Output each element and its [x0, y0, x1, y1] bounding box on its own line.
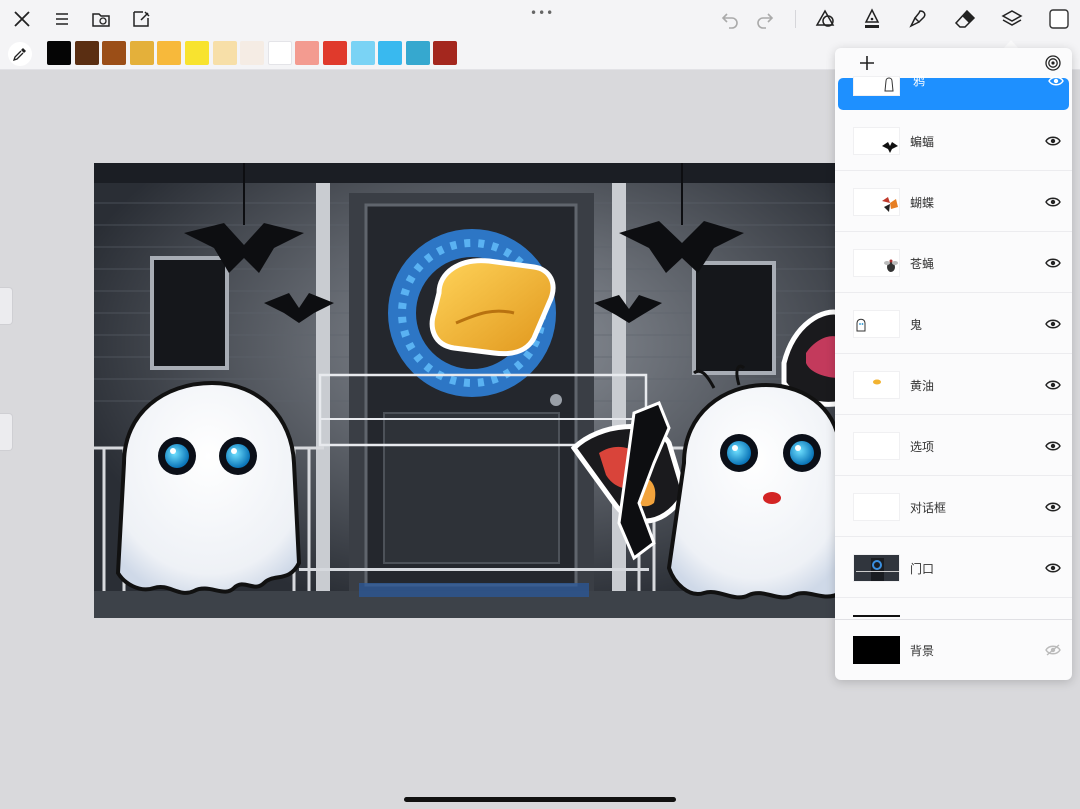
- eye-off-icon[interactable]: [1045, 643, 1061, 657]
- layer-thumbnail: [853, 554, 900, 582]
- eye-icon[interactable]: [1045, 134, 1061, 148]
- menu-icon[interactable]: [49, 6, 75, 32]
- layer-name: 门口: [910, 562, 935, 576]
- color-swatch[interactable]: [405, 41, 430, 65]
- color-swatch[interactable]: [322, 41, 347, 65]
- layers-panel: 鸦 蝙蝠 蝴蝶 苍蝇 鬼 黄油 选项 对话框 门口 背景: [835, 48, 1072, 680]
- layer-row-dialog[interactable]: 对话框: [835, 477, 1072, 537]
- layer-thumbnail: [853, 127, 900, 155]
- layer-row-crow[interactable]: 鸦: [838, 74, 1069, 110]
- eye-icon[interactable]: [1048, 74, 1064, 88]
- home-indicator[interactable]: [404, 797, 676, 802]
- window-handle[interactable]: •••: [530, 6, 554, 20]
- layer-thumbnail: [853, 76, 900, 96]
- layer-row-background[interactable]: 背景: [835, 619, 1072, 679]
- color-swatch[interactable]: [267, 41, 292, 65]
- redo-icon[interactable]: [752, 6, 778, 32]
- pen-tool-icon[interactable]: [859, 6, 885, 32]
- color-swatch[interactable]: [184, 41, 209, 65]
- layers-icon[interactable]: [999, 6, 1025, 32]
- color-square-icon[interactable]: [1046, 6, 1072, 32]
- spiral-icon[interactable]: [1045, 55, 1061, 71]
- layer-name: 对话框: [910, 501, 947, 515]
- layer-name: 选项: [910, 440, 935, 454]
- layers-list: 鸦 蝙蝠 蝴蝶 苍蝇 鬼 黄油 选项 对话框 门口 背景: [835, 74, 1072, 680]
- layer-name: 蝴蝶: [910, 196, 935, 210]
- eraser-icon[interactable]: [952, 6, 978, 32]
- eye-icon[interactable]: [1045, 561, 1061, 575]
- color-swatch[interactable]: [157, 41, 182, 65]
- layer-name: 鬼: [910, 318, 923, 332]
- layer-thumbnail: [853, 432, 900, 460]
- color-swatch[interactable]: [350, 41, 375, 65]
- layer-thumbnail: [853, 371, 900, 399]
- color-swatch[interactable]: [295, 41, 320, 65]
- eye-icon[interactable]: [1045, 500, 1061, 514]
- color-swatch[interactable]: [240, 41, 265, 65]
- layer-thumbnail: [853, 249, 900, 277]
- smudge-brush-icon[interactable]: [905, 6, 931, 32]
- new-canvas-icon[interactable]: [128, 6, 154, 32]
- layer-thumbnail: [853, 188, 900, 216]
- layer-name: 蝙蝠: [910, 135, 935, 149]
- layer-row-options[interactable]: 选项: [835, 416, 1072, 476]
- brush-size-handle[interactable]: [0, 287, 13, 325]
- eye-icon[interactable]: [1045, 378, 1061, 392]
- undo-icon[interactable]: [717, 6, 743, 32]
- color-swatches: [47, 41, 458, 65]
- eye-icon[interactable]: [1045, 439, 1061, 453]
- color-swatch[interactable]: [212, 41, 237, 65]
- top-toolbar: •••: [0, 0, 1080, 38]
- eye-icon[interactable]: [1045, 195, 1061, 209]
- layer-thumbnail: [853, 493, 900, 521]
- color-swatch[interactable]: [433, 41, 458, 65]
- layer-name: 鸦: [913, 74, 926, 88]
- shapes-icon[interactable]: [812, 6, 838, 32]
- color-swatch[interactable]: [378, 41, 403, 65]
- color-swatch[interactable]: [102, 41, 127, 65]
- layer-name: 背景: [910, 644, 935, 658]
- layer-name: 黄油: [910, 379, 935, 393]
- opacity-handle[interactable]: [0, 413, 13, 451]
- layer-row-ghost[interactable]: 鬼: [835, 294, 1072, 354]
- layer-name: 苍蝇: [910, 257, 935, 271]
- add-layer-icon[interactable]: [857, 53, 877, 73]
- eyedropper-icon[interactable]: [8, 42, 32, 66]
- layer-row-bat[interactable]: 蝙蝠: [835, 111, 1072, 171]
- eye-icon[interactable]: [1045, 317, 1061, 331]
- color-swatch[interactable]: [47, 41, 71, 65]
- layer-row-butter[interactable]: 黄油: [835, 355, 1072, 415]
- eye-icon[interactable]: [1045, 256, 1061, 270]
- layer-thumbnail: [853, 636, 900, 664]
- layer-row-doorway[interactable]: 门口: [835, 538, 1072, 598]
- toolbar-divider: [795, 10, 796, 28]
- canvas-artwork: [94, 163, 840, 618]
- drawing-canvas[interactable]: [94, 163, 840, 618]
- layer-row-fly[interactable]: 苍蝇: [835, 233, 1072, 293]
- layer-row-butterfly[interactable]: 蝴蝶: [835, 172, 1072, 232]
- gallery-folder-icon[interactable]: [88, 6, 114, 32]
- partial-layer-thumbnail: [853, 615, 900, 617]
- layer-thumbnail: [853, 310, 900, 338]
- layers-panel-header: [835, 48, 1072, 78]
- close-icon[interactable]: [9, 6, 35, 32]
- color-swatch[interactable]: [74, 41, 99, 65]
- color-swatch[interactable]: [129, 41, 154, 65]
